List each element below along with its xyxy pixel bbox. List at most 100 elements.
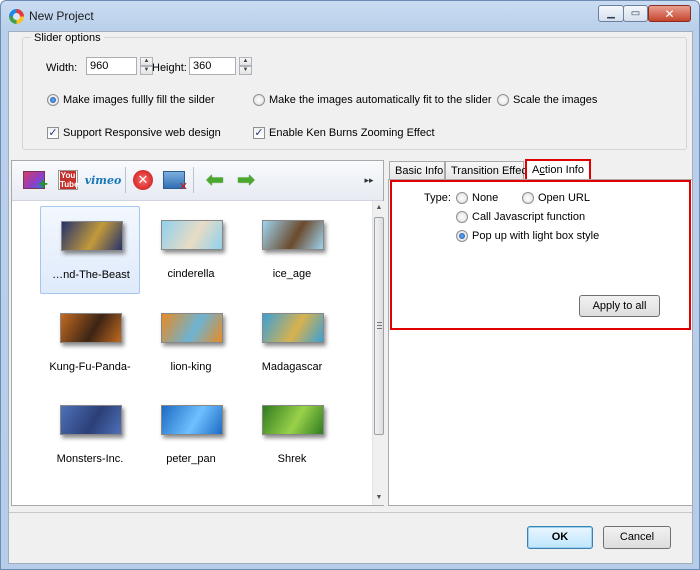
thumbnail-caption: Madagascar (261, 361, 323, 373)
action-none-label: None (472, 192, 499, 204)
thumbnail-grid: …nd-The-Beast cinderella ice_age Kung-Fu-Pa… (12, 201, 372, 505)
apply-to-all-button[interactable]: Apply to all (579, 295, 660, 317)
tab-action-info[interactable]: Action Info (525, 159, 591, 181)
toolbar-overflow-button[interactable]: ▸▸ (361, 168, 377, 192)
action-open-url-label: Open URL (538, 192, 590, 204)
toolbar-separator (193, 167, 194, 193)
responsive-label: Support Responsive web design (63, 127, 221, 139)
thumbnail-image (161, 405, 223, 435)
kenburns-label: Enable Ken Burns Zooming Effect (269, 127, 435, 139)
thumbnail-image (161, 313, 223, 343)
ok-button[interactable]: OK (527, 526, 593, 549)
add-image-icon (23, 171, 48, 194)
thumbnail-caption: cinderella (167, 268, 215, 280)
thumbnail-image (262, 313, 324, 343)
fill-mode-radio[interactable]: Make images fullly fill the silder (47, 94, 215, 106)
scroll-up-icon[interactable]: ▲ (373, 201, 385, 215)
width-label: Width: (46, 62, 78, 74)
cancel-button[interactable]: Cancel (603, 526, 671, 549)
height-increment-button[interactable]: ▲ (239, 57, 252, 66)
thumbnail-image (61, 221, 123, 251)
thumbnail-item[interactable]: cinderella (141, 206, 241, 294)
radio-indicator (47, 94, 59, 106)
slider-options-group: Slider options Width: 960 ▲ ▼ Height: 36… (22, 32, 687, 150)
thumbnail-image (60, 405, 122, 435)
title-bar[interactable]: New Project ▁ ▭ ✕ (1, 1, 699, 31)
width-spinner: 960 ▲ ▼ (86, 57, 153, 75)
kenburns-checkbox[interactable]: ✓ Enable Ken Burns Zooming Effect (253, 127, 435, 139)
slider-options-legend: Slider options (31, 32, 104, 44)
thumbnail-item[interactable]: lion-king (141, 299, 241, 387)
action-lightbox-radio[interactable]: Pop up with light box style (456, 230, 599, 242)
image-list-pane: YouTube vimeo ✕ ⬅ ➡ ▸▸ …nd-The-Beast cind… (11, 160, 384, 506)
thumbnail-image (161, 220, 223, 250)
properties-pane: Type: None Open URL Call Javascript func… (388, 179, 693, 506)
fit-mode-radio[interactable]: Make the images automatically fit to the… (253, 94, 492, 106)
scroll-down-icon[interactable]: ▼ (373, 491, 385, 505)
action-open-url-radio[interactable]: Open URL (522, 192, 590, 204)
action-info-panel: Type: None Open URL Call Javascript func… (390, 180, 691, 330)
delete-image-button[interactable]: ✕ (130, 168, 156, 192)
add-youtube-button[interactable]: You Tube (55, 168, 81, 192)
window-title: New Project (29, 9, 94, 23)
new-project-dialog: New Project ▁ ▭ ✕ Slider options Width: … (0, 0, 700, 570)
thumbnail-item[interactable]: peter_pan (141, 391, 241, 479)
minimize-button[interactable]: ▁ (598, 5, 624, 22)
move-right-button[interactable]: ➡ (233, 168, 259, 192)
maximize-button[interactable]: ▭ (623, 5, 648, 22)
action-lightbox-label: Pop up with light box style (472, 230, 600, 242)
add-vimeo-button[interactable]: vimeo (85, 168, 122, 192)
tab-basic-info[interactable]: Basic Info (389, 161, 445, 181)
toolbar-separator (125, 167, 126, 193)
thumbnail-item[interactable]: Kung-Fu-Panda- (40, 299, 140, 387)
radio-indicator (456, 211, 468, 223)
arrow-left-icon: ⬅ (205, 167, 225, 192)
delete-all-button[interactable] (161, 168, 188, 193)
radio-indicator (522, 192, 534, 204)
radio-indicator (253, 94, 265, 106)
radio-indicator (456, 230, 468, 242)
responsive-checkbox[interactable]: ✓ Support Responsive web design (47, 127, 221, 139)
move-left-button[interactable]: ⬅ (202, 168, 228, 192)
action-type-label: Type: (424, 192, 451, 204)
height-decrement-button[interactable]: ▼ (239, 66, 252, 75)
action-javascript-label: Call Javascript function (472, 211, 586, 223)
add-image-button[interactable] (21, 168, 48, 194)
width-input[interactable]: 960 (86, 57, 137, 75)
thumbnail-item[interactable]: …nd-The-Beast (40, 206, 140, 294)
grip-icon (377, 322, 382, 329)
thumbnail-caption: lion-king (170, 361, 212, 373)
height-input[interactable]: 360 (189, 57, 236, 75)
thumbnail-item[interactable]: Madagascar (242, 299, 342, 387)
action-none-radio[interactable]: None (456, 192, 498, 204)
youtube-icon: You Tube (58, 170, 79, 190)
thumbnail-caption: peter_pan (166, 453, 216, 465)
radio-indicator (456, 192, 468, 204)
thumbnail-caption: Kung-Fu-Panda- (49, 361, 131, 373)
close-icon: ✕ (664, 6, 675, 21)
checkmark-icon: ✓ (47, 127, 59, 139)
thumbnail-item[interactable]: Shrek (242, 391, 342, 479)
image-toolbar: YouTube vimeo ✕ ⬅ ➡ ▸▸ (12, 161, 383, 201)
action-javascript-radio[interactable]: Call Javascript function (456, 211, 585, 223)
maximize-icon: ▭ (630, 7, 641, 19)
delete-icon: ✕ (133, 170, 153, 190)
fill-mode-label: Make images fullly fill the silder (63, 94, 215, 106)
delete-all-icon (163, 171, 188, 193)
fit-mode-label: Make the images automatically fit to the… (269, 94, 492, 106)
radio-indicator (497, 94, 509, 106)
close-button[interactable]: ✕ (648, 5, 691, 22)
thumbnail-item[interactable]: Monsters-Inc. (40, 391, 140, 479)
arrow-right-icon: ➡ (236, 167, 256, 192)
tab-transition-effect[interactable]: Transition Effect (445, 161, 530, 181)
thumbnail-scrollbar[interactable]: ▲ ▼ (372, 201, 384, 505)
thumbnail-image (60, 313, 122, 343)
thumbnail-image (262, 405, 324, 435)
thumbnail-image (262, 220, 324, 250)
thumbnail-item[interactable]: ice_age (242, 206, 342, 294)
scale-mode-label: Scale the images (513, 94, 598, 106)
scale-mode-radio[interactable]: Scale the images (497, 94, 597, 106)
height-label: Height: (152, 62, 187, 74)
scrollbar-thumb[interactable] (374, 217, 384, 435)
app-logo-icon (9, 9, 24, 24)
